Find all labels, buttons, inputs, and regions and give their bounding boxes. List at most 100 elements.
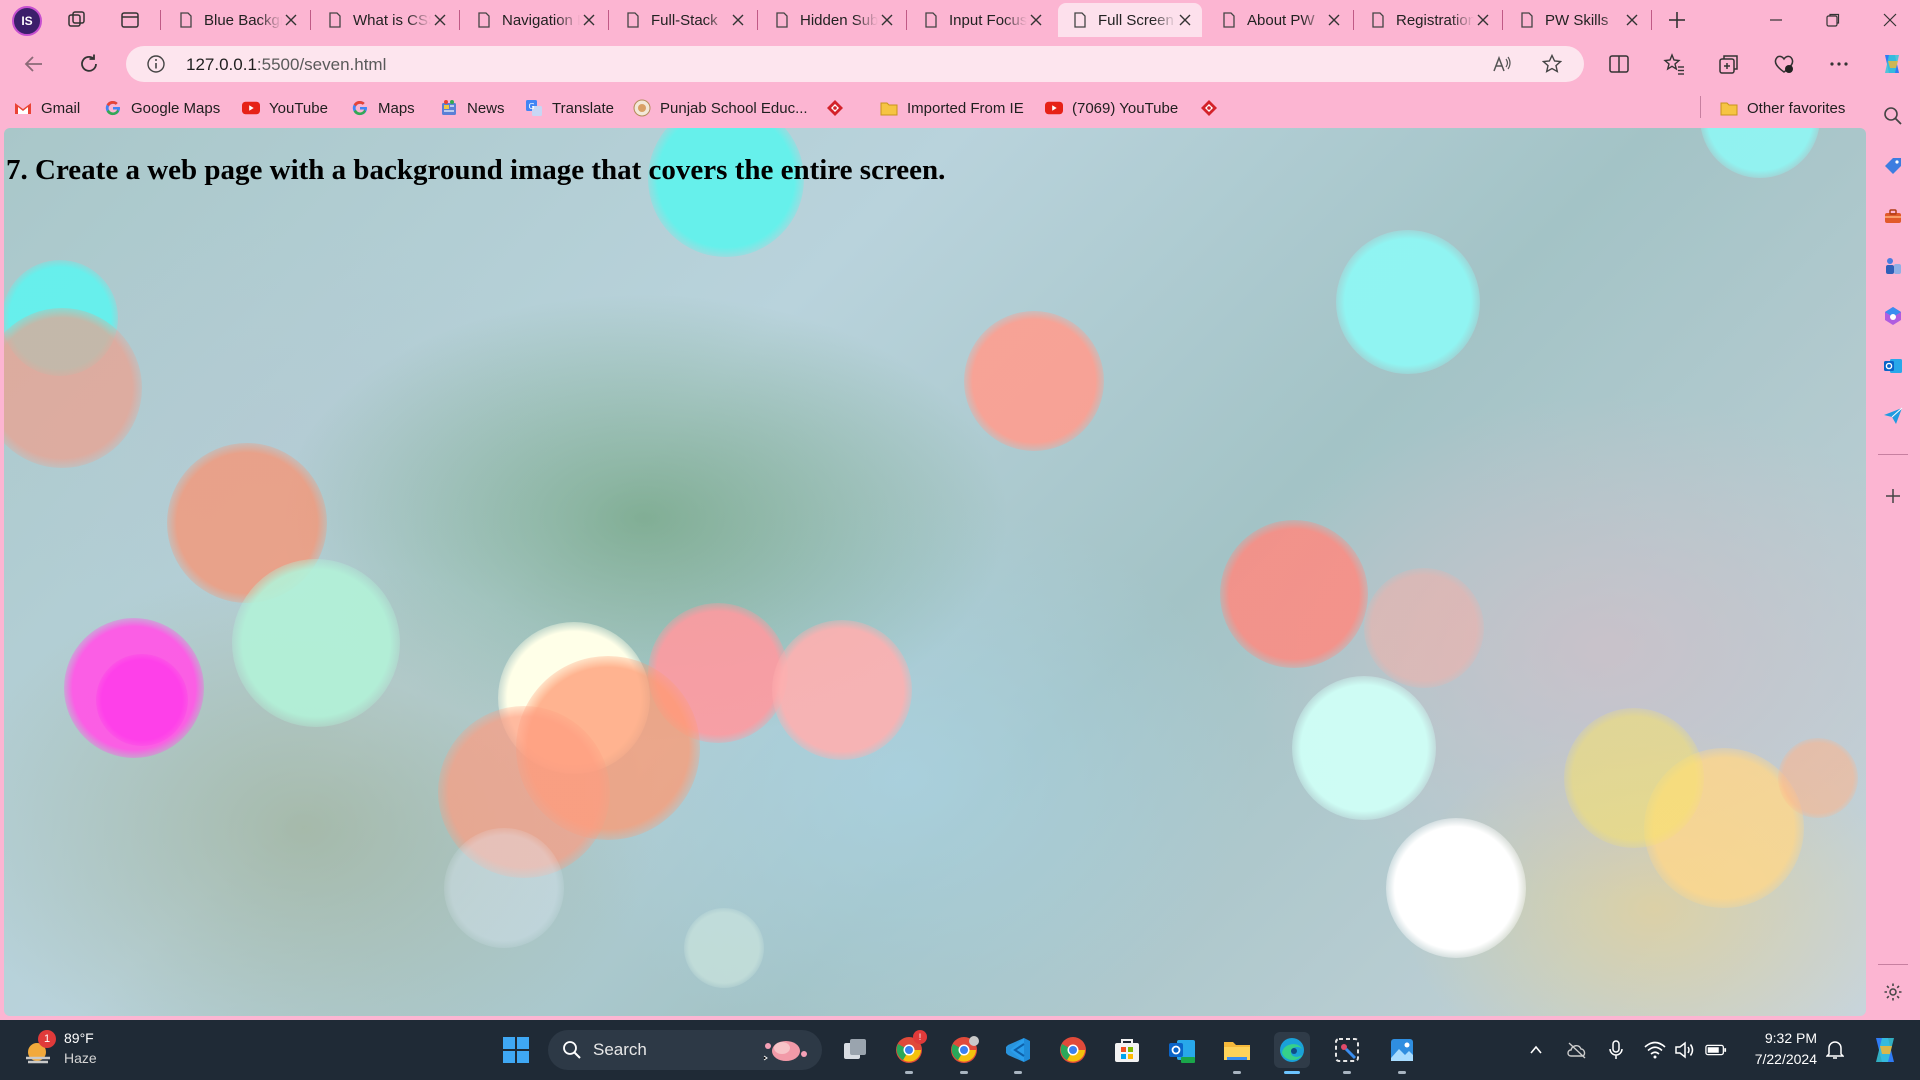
bokeh-light	[1564, 708, 1704, 848]
taskbar-search-icon	[562, 1040, 582, 1065]
tab-blue-background[interactable]: Blue Background	[164, 3, 308, 37]
favorite-label: News	[467, 99, 505, 117]
tools-icon[interactable]	[1879, 202, 1907, 230]
tab-actions-icon[interactable]	[119, 9, 141, 31]
favorite-imported-from-ie[interactable]: Imported From IE	[880, 97, 1024, 119]
favorite-shortcut-7[interactable]	[826, 97, 853, 119]
volume-icon[interactable]	[1674, 1039, 1696, 1061]
bokeh-light	[1220, 520, 1368, 668]
tab-separator	[1353, 10, 1354, 30]
site-info-icon[interactable]	[146, 54, 166, 74]
tab-title: Full-Stack	[651, 11, 718, 29]
workspaces-icon[interactable]	[66, 9, 88, 31]
start-button[interactable]	[498, 1032, 534, 1068]
running-indicator	[1014, 1071, 1022, 1074]
favorite-star-icon[interactable]	[1541, 53, 1563, 74]
microphone-icon[interactable]	[1605, 1039, 1627, 1061]
chrome-profile-icon[interactable]: !	[891, 1030, 927, 1074]
search-icon[interactable]	[1879, 102, 1907, 130]
close-tab-icon[interactable]	[1176, 11, 1194, 29]
tab-hidden-submenu[interactable]: Hidden Submenu	[760, 3, 904, 37]
close-window-icon[interactable]	[1878, 8, 1902, 32]
page-icon	[1221, 12, 1237, 28]
outlook-icon[interactable]	[1879, 352, 1907, 380]
close-tab-icon[interactable]	[580, 11, 598, 29]
favorite-translate[interactable]: G Translate	[525, 97, 614, 119]
games-icon[interactable]	[1879, 252, 1907, 280]
other-favorites-label: Other favorites	[1747, 99, 1846, 117]
weather-temp[interactable]: 89°F	[64, 1030, 94, 1046]
tab-full-stack[interactable]: Full-Stack	[611, 3, 755, 37]
send-drop-icon[interactable]	[1879, 402, 1907, 430]
close-tab-icon[interactable]	[1027, 11, 1045, 29]
browser-essentials-icon[interactable]	[1770, 50, 1798, 78]
microsoft-365-icon[interactable]	[1879, 302, 1907, 330]
close-tab-icon[interactable]	[878, 11, 896, 29]
read-aloud-icon[interactable]	[1492, 54, 1512, 74]
photos-icon[interactable]	[1384, 1032, 1420, 1074]
favorite-news[interactable]: News	[440, 97, 505, 119]
favorite--7069-youtube[interactable]: (7069) YouTube	[1045, 97, 1178, 119]
favorite-youtube[interactable]: YouTube	[242, 97, 328, 119]
tab-registration[interactable]: Registration	[1356, 3, 1500, 37]
battery-icon[interactable]	[1705, 1039, 1727, 1061]
file-explorer-icon[interactable]	[1219, 1032, 1255, 1074]
show-hidden-icons[interactable]	[1525, 1039, 1547, 1061]
tab-about-pw[interactable]: About PW	[1207, 3, 1351, 37]
clock-time[interactable]: 9:32 PM	[1757, 1030, 1817, 1046]
new-outlook-icon[interactable]	[1164, 1032, 1200, 1068]
favorites-list-icon[interactable]	[1660, 50, 1688, 78]
chrome-badge-icon: !	[913, 1030, 927, 1044]
snipping-tool-icon[interactable]	[1329, 1032, 1365, 1074]
favorite-google-maps[interactable]: Google Maps	[104, 97, 220, 119]
favorite-gmail[interactable]: Gmail	[14, 97, 80, 119]
vscode-icon[interactable]	[1000, 1032, 1036, 1074]
profile-avatar[interactable]: IS	[12, 6, 42, 36]
add-sidebar-app-icon[interactable]	[1879, 482, 1907, 510]
bokeh-light	[684, 908, 764, 988]
taskbar-search-box[interactable]: Search	[548, 1030, 822, 1070]
chrome-icon[interactable]	[1055, 1032, 1091, 1068]
favorite-shortcut-10[interactable]	[1200, 97, 1227, 119]
minimize-icon[interactable]	[1764, 8, 1788, 32]
close-tab-icon[interactable]	[1623, 11, 1641, 29]
microsoft-store-icon[interactable]	[1109, 1032, 1145, 1068]
weather-icon[interactable]: 1	[20, 1030, 56, 1068]
sidebar-settings-icon[interactable]	[1879, 978, 1907, 1006]
favorites-divider	[1700, 96, 1701, 118]
tab-what-is-css[interactable]: What is CSS	[313, 3, 457, 37]
wifi-icon[interactable]	[1644, 1039, 1666, 1061]
tab-full-screen[interactable]: Full Screen	[1058, 3, 1202, 37]
new-tab-icon[interactable]	[1666, 9, 1688, 31]
task-view-icon[interactable]	[837, 1032, 873, 1068]
chrome-alt-profile-icon[interactable]	[946, 1032, 982, 1074]
favorite-label: YouTube	[269, 99, 328, 117]
other-favorites[interactable]: Other favorites	[1720, 97, 1845, 119]
onedrive-offline-icon[interactable]	[1566, 1039, 1588, 1061]
address-bar[interactable]: 127.0.0.1:5500/seven.html	[126, 46, 1584, 82]
close-tab-icon[interactable]	[729, 11, 747, 29]
split-screen-icon[interactable]	[1605, 50, 1633, 78]
collections-icon[interactable]	[1715, 50, 1743, 78]
edge-icon[interactable]	[1274, 1032, 1310, 1074]
back-icon[interactable]	[20, 50, 48, 78]
notification-bell-icon[interactable]	[1824, 1039, 1846, 1061]
copilot-taskbar-icon[interactable]	[1868, 1033, 1902, 1067]
refresh-icon[interactable]	[75, 50, 103, 78]
clock-date[interactable]: 7/22/2024	[1737, 1051, 1817, 1067]
shopping-tag-icon[interactable]	[1879, 152, 1907, 180]
tab-navigation-bar[interactable]: Navigation Bar	[462, 3, 606, 37]
close-tab-icon[interactable]	[1325, 11, 1343, 29]
running-indicator-active	[1284, 1071, 1300, 1074]
tab-input-focus[interactable]: Input Focus	[909, 3, 1053, 37]
tab-title: About PW	[1247, 11, 1315, 29]
close-tab-icon[interactable]	[282, 11, 300, 29]
copilot-icon[interactable]	[1878, 50, 1906, 78]
settings-more-icon[interactable]	[1825, 50, 1853, 78]
close-tab-icon[interactable]	[1474, 11, 1492, 29]
tab-pw-skills[interactable]: PW Skills	[1505, 3, 1649, 37]
favorite-maps[interactable]: Maps	[351, 97, 415, 119]
favorite-punjab-school-educ[interactable]: Punjab School Educ...	[633, 97, 808, 119]
restore-icon[interactable]	[1821, 8, 1845, 32]
close-tab-icon[interactable]	[431, 11, 449, 29]
